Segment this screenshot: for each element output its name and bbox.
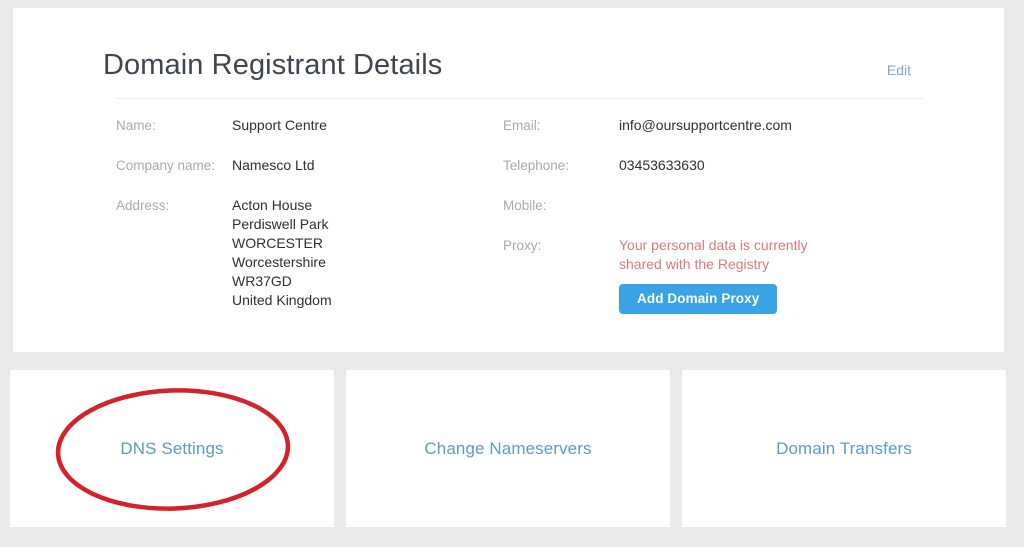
registrant-details-panel: Domain Registrant Details Edit Name: Supp… [13, 8, 1004, 352]
field-label-address: Address: [116, 198, 170, 213]
field-row-mobile: Mobile: [503, 196, 923, 216]
field-row-address: Address: Acton House Perdiswell Park WORCES… [116, 196, 486, 310]
action-card-label: DNS Settings [120, 438, 224, 458]
proxy-status-line: shared with the Registry [619, 256, 770, 272]
field-label-email: Email: [503, 118, 541, 133]
action-card-label: Domain Transfers [776, 438, 912, 458]
field-label-telephone: Telephone: [503, 158, 570, 173]
address-line: United Kingdom [232, 292, 332, 308]
field-row-name: Name: Support Centre [116, 116, 486, 136]
action-card-change-nameservers[interactable]: Change Nameservers [346, 370, 670, 527]
field-row-proxy: Proxy: Your personal data is currently sha… [503, 236, 923, 314]
field-row-telephone: Telephone: 03453633630 [503, 156, 923, 176]
field-value-telephone: 03453633630 [619, 157, 705, 173]
proxy-status-text: Your personal data is currently shared wi… [619, 236, 808, 314]
field-row-company-name: Company name: Namesco Ltd [116, 156, 486, 176]
field-row-email: Email: info@oursupportcentre.com [503, 116, 923, 136]
field-label-proxy: Proxy: [503, 238, 542, 253]
edit-link[interactable]: Edit [887, 62, 911, 78]
address-line: WR37GD [232, 273, 292, 289]
proxy-status-line: Your personal data is currently [619, 237, 808, 253]
address-line: Worcestershire [232, 254, 326, 270]
address-line: WORCESTER [232, 235, 323, 251]
page-title: Domain Registrant Details [103, 49, 443, 81]
field-value-address: Acton House Perdiswell Park WORCESTER Worce… [232, 196, 332, 310]
action-card-domain-transfers[interactable]: Domain Transfers [682, 370, 1006, 527]
action-card-label: Change Nameservers [424, 438, 592, 458]
field-value-name: Support Centre [232, 117, 327, 133]
field-value-email: info@oursupportcentre.com [619, 117, 792, 133]
registrant-right-column: Email: info@oursupportcentre.com Telephon… [503, 116, 923, 334]
registrant-left-column: Name: Support Centre Company name: Namesco… [116, 116, 486, 330]
add-domain-proxy-button[interactable]: Add Domain Proxy [619, 284, 778, 314]
field-label-company-name: Company name: [116, 158, 216, 173]
field-value-company-name: Namesco Ltd [232, 157, 315, 173]
address-line: Acton House [232, 197, 313, 213]
panel-header: Domain Registrant Details Edit [103, 48, 911, 100]
field-label-mobile: Mobile: [503, 198, 547, 213]
action-card-dns-settings[interactable]: DNS Settings [10, 370, 334, 527]
address-line: Perdiswell Park [232, 216, 329, 232]
header-divider [116, 98, 923, 99]
action-cards-row: DNS Settings Change Nameservers Domain T… [10, 370, 1006, 527]
field-label-name: Name: [116, 118, 156, 133]
